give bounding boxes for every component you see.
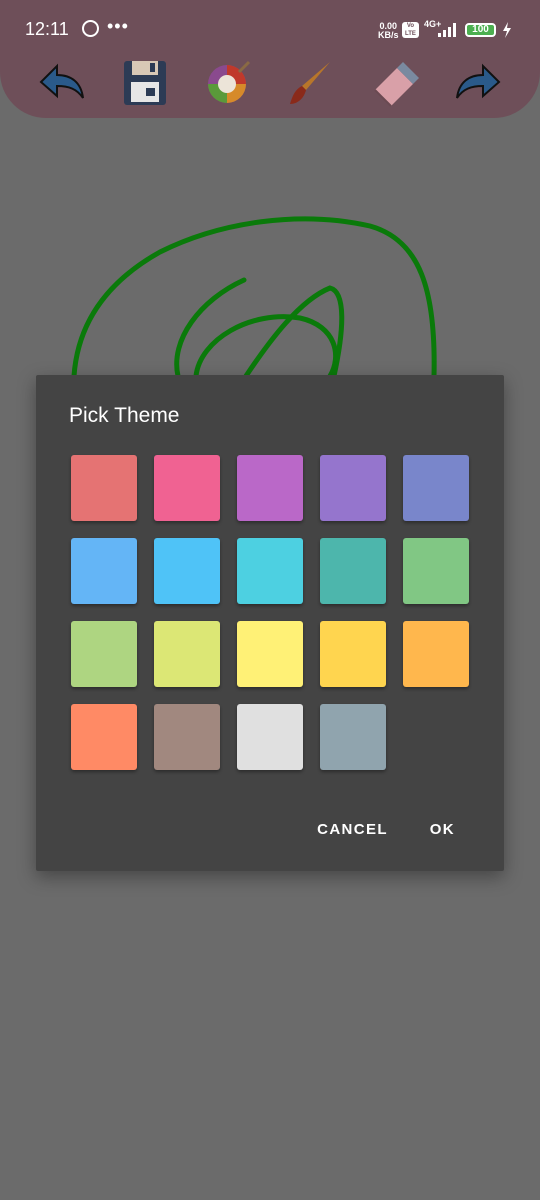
color-swatch[interactable] [237,538,303,604]
color-swatch[interactable] [154,455,220,521]
cancel-button[interactable]: CANCEL [317,821,388,838]
undo-arrow-icon [39,63,84,99]
whatsapp-icon [82,20,99,37]
color-swatch[interactable] [403,455,469,521]
volte-icon: Vo LTE [402,22,419,38]
floppy-disk-icon [124,61,166,105]
redo-button[interactable] [453,58,503,108]
charging-icon [503,22,511,38]
network-speed-unit: KB/s [378,30,399,40]
color-swatch[interactable] [71,704,137,770]
color-swatch[interactable] [154,538,220,604]
color-swatch[interactable] [154,704,220,770]
palette-icon [208,60,251,103]
color-swatch[interactable] [71,538,137,604]
color-swatch[interactable] [71,455,137,521]
color-swatch[interactable] [403,621,469,687]
color-swatch[interactable] [320,621,386,687]
undo-button[interactable] [37,58,87,108]
color-palette-button[interactable] [203,58,253,108]
redo-arrow-icon [456,63,501,99]
color-swatch[interactable] [71,621,137,687]
color-swatch[interactable] [320,455,386,521]
color-swatch[interactable] [154,621,220,687]
color-swatch[interactable] [320,538,386,604]
status-bar: 12:11 ••• 0.00 KB/s Vo LTE 4G+ 100 [0,0,540,58]
eraser-button[interactable] [369,58,419,108]
status-time: 12:11 [25,19,69,39]
paintbrush-icon [290,62,330,104]
more-dots-icon: ••• [107,16,129,36]
color-swatch[interactable] [403,538,469,604]
battery-icon: 100 [465,23,496,37]
color-swatch[interactable] [237,621,303,687]
color-swatch[interactable] [237,455,303,521]
save-button[interactable] [120,58,170,108]
dialog-title: Pick Theme [69,404,180,427]
color-swatch[interactable] [320,704,386,770]
eraser-icon [374,62,419,107]
color-swatch[interactable] [237,704,303,770]
network-speed: 0.00 KB/s [378,22,399,40]
drawn-stroke [71,216,437,378]
ok-button[interactable]: OK [430,821,455,838]
brush-button[interactable] [286,58,336,108]
pick-theme-dialog: Pick Theme CANCEL OK [36,375,504,871]
signal-icon [438,23,456,37]
drawing-canvas[interactable] [0,118,540,378]
toolbar: 12:11 ••• 0.00 KB/s Vo LTE 4G+ 100 [0,0,540,118]
